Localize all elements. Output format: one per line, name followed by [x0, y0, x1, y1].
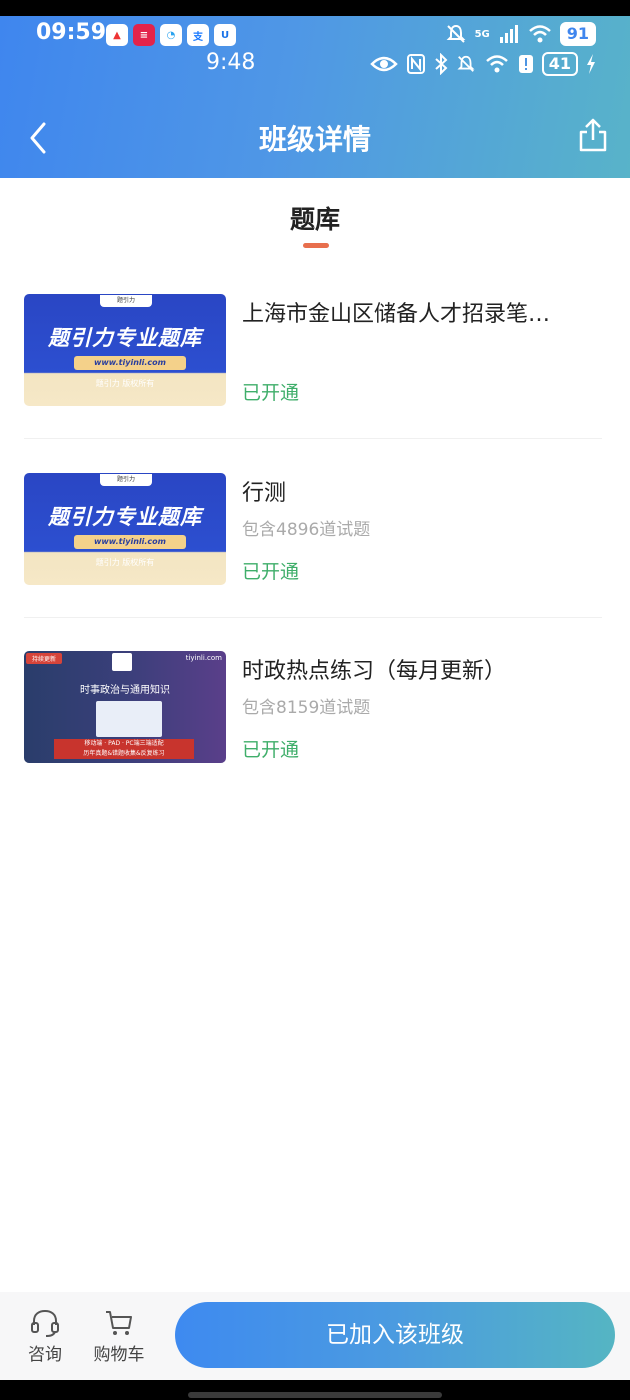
status-icons-secondary: 41	[369, 52, 596, 76]
thumbnail-url: www.tiyinli.com	[74, 356, 186, 370]
item-title: 上海市金山区储备人才招录笔…	[242, 302, 551, 327]
course-thumbnail: 题引力 题引力专业题库 www.tiyinli.com 题引力 版权所有	[24, 473, 226, 585]
item-status: 已开通	[242, 561, 300, 583]
divider	[24, 617, 602, 618]
shield-notification-icon: U	[214, 24, 236, 46]
thumbnail-brand: 题引力	[100, 295, 152, 307]
nfc-icon	[406, 54, 425, 74]
thumbnail-headline: 题引力专业题库	[48, 505, 202, 529]
signal-icon	[499, 25, 518, 43]
battery-indicator: 41	[541, 52, 578, 76]
wifi-icon	[485, 55, 508, 73]
network-type-label: 5G	[474, 28, 490, 40]
item-question-count: 包含8159道试题	[242, 698, 371, 718]
thumbnail-tag: 持续更新	[26, 653, 63, 664]
thumbnail-copyright: 题引力 版权所有	[95, 558, 155, 567]
thumbnail-feature-line: 历年真题&错题收集&反复练习	[83, 750, 165, 757]
item-status: 已开通	[242, 739, 300, 761]
share-icon[interactable]	[578, 116, 608, 154]
thumbnail-feature-banner: 移动端 · PAD · PC端三端适配 历年真题&错题收集&反复练习	[54, 739, 194, 759]
eye-icon	[369, 56, 398, 72]
status-time-secondary: 9:48	[206, 50, 256, 75]
thumbnail-copyright: 题引力 版权所有	[95, 379, 155, 388]
cart-button[interactable]: 购物车	[90, 1308, 148, 1365]
item-question-count: 包含4896道试题	[242, 520, 371, 540]
alipay-notification-icon: 支	[187, 24, 209, 46]
home-indicator[interactable]	[188, 1392, 442, 1398]
divider	[24, 438, 602, 439]
thumbnail-feature-line: 移动端 · PAD · PC端三端适配	[84, 740, 164, 747]
device-illustration	[96, 701, 162, 737]
course-thumbnail: 题引力 题引力专业题库 www.tiyinli.com 题引力 版权所有	[24, 294, 226, 406]
bottom-action-bar: 咨询 购物车 已加入该班级	[0, 1292, 630, 1380]
consult-label: 咨询	[28, 1345, 62, 1365]
item-status: 已开通	[242, 382, 300, 404]
thumbnail-subject: 时事政治与通用知识	[80, 685, 170, 696]
headset-icon	[31, 1309, 59, 1337]
tab-active-indicator	[303, 243, 329, 248]
thumbnail-site: tiyinli.com	[185, 654, 222, 662]
tab-question-bank[interactable]: 题库	[0, 200, 630, 236]
bluetooth-icon	[435, 53, 448, 75]
consult-button[interactable]: 咨询	[24, 1308, 66, 1365]
thumbnail-url: www.tiyinli.com	[74, 535, 186, 549]
wifi-icon	[528, 25, 551, 43]
course-thumbnail: 持续更新 tiyinli.com 时事政治与通用知识 移动端 · PAD · P…	[24, 651, 226, 763]
app-notification-icon: ▲	[106, 24, 128, 46]
list-item[interactable]: 题引力 题引力专业题库 www.tiyinli.com 题引力 版权所有 上海市…	[24, 294, 602, 406]
status-time-primary: 09:59	[36, 20, 107, 45]
thumbnail-headline: 题引力专业题库	[48, 326, 202, 350]
charging-bolt-icon	[587, 54, 595, 74]
battery-indicator: 91	[559, 22, 596, 46]
joined-class-button[interactable]: 已加入该班级	[175, 1302, 615, 1368]
cart-label: 购物车	[93, 1345, 145, 1365]
list-item[interactable]: 持续更新 tiyinli.com 时事政治与通用知识 移动端 · PAD · P…	[24, 651, 602, 763]
alert-icon	[518, 55, 533, 73]
mute-bell-icon	[457, 55, 475, 72]
thumbnail-logo	[112, 653, 132, 671]
notification-icons: ▲ ≡ ◔ 支 U	[106, 24, 236, 46]
app-notification-icon: ≡	[133, 24, 155, 46]
mute-bell-icon	[446, 24, 465, 43]
header: 09:59 ▲ ≡ ◔ 支 U 9:48 5G 91 41 班级详情	[0, 16, 630, 178]
list-item[interactable]: 题引力 题引力专业题库 www.tiyinli.com 题引力 版权所有 行测 …	[24, 473, 602, 585]
thumbnail-brand: 题引力	[100, 474, 152, 486]
shopping-cart-icon	[106, 1311, 132, 1335]
page-title: 班级详情	[258, 123, 371, 156]
status-bar-top-edge	[0, 0, 630, 16]
item-title: 行测	[242, 481, 287, 506]
status-icons-primary: 5G 91	[445, 22, 596, 46]
chat-notification-icon: ◔	[160, 24, 182, 46]
item-title: 时政热点练习（每月更新）	[242, 659, 507, 684]
